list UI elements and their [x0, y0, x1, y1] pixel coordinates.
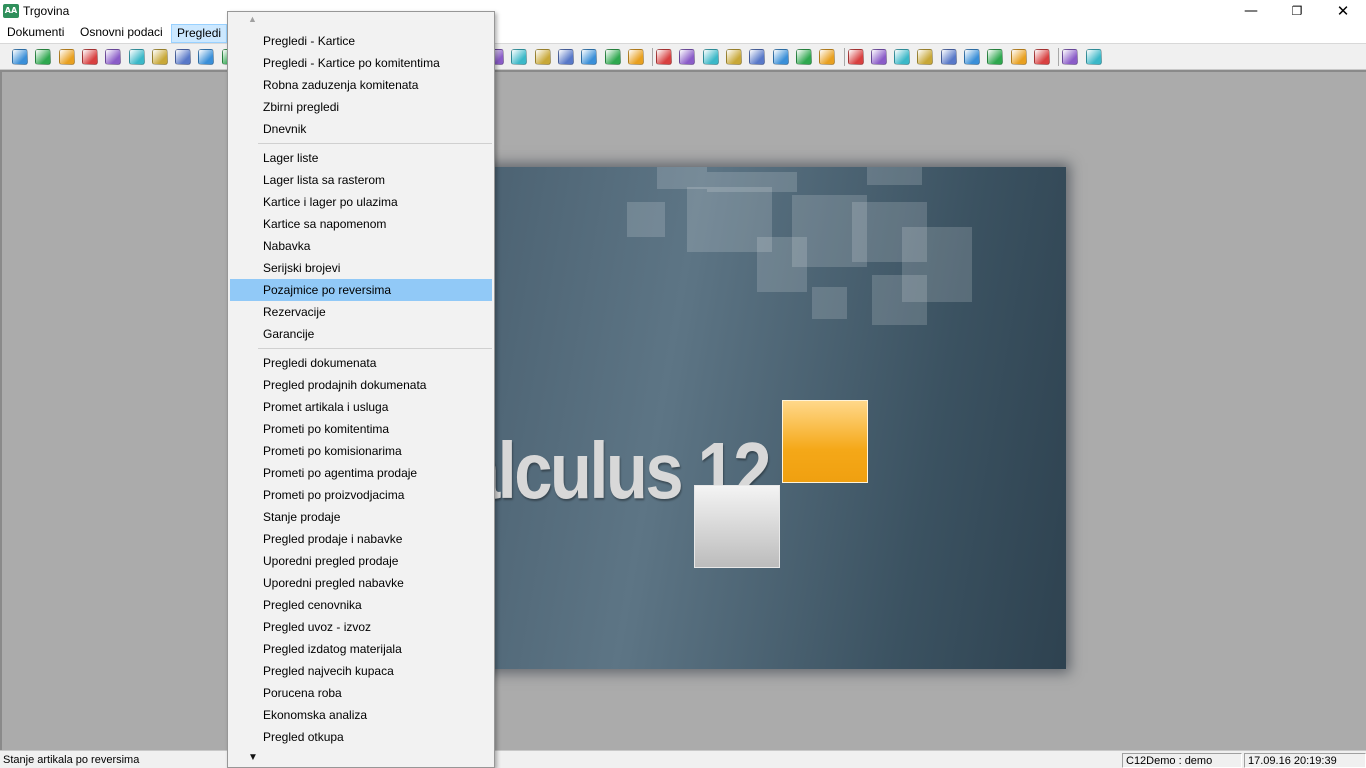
splash-image: alculus 12: [462, 167, 1066, 669]
menu-item-prometi-po-komisionarima[interactable]: Prometi po komisionarima: [230, 440, 492, 462]
help-icon[interactable]: [1062, 49, 1079, 65]
menu-item-prometi-po-proizvodjacima[interactable]: Prometi po proizvodjacima: [230, 484, 492, 506]
menu-item-pregled-prodajnih-dokumenata[interactable]: Pregled prodajnih dokumenata: [230, 374, 492, 396]
window-title: Trgovina: [23, 4, 70, 18]
user-icon[interactable]: [175, 49, 192, 65]
view-icon[interactable]: [847, 49, 864, 65]
menu-item-uporedni-pregled-nabavke[interactable]: Uporedni pregled nabavke: [230, 572, 492, 594]
menu-item-pregled-prodaje-i-nabavke[interactable]: Pregled prodaje i nabavke: [230, 528, 492, 550]
stack-icon[interactable]: [964, 49, 980, 65]
sum-icon[interactable]: [702, 49, 719, 65]
menu-item-garancije[interactable]: Garancije: [230, 323, 492, 345]
menu-item-lager-liste[interactable]: Lager liste: [230, 147, 492, 169]
menu-pregledi[interactable]: Pregledi: [171, 24, 228, 43]
menu-item-robna-zaduzenja-komitenata[interactable]: Robna zaduzenja komitenata: [230, 74, 492, 96]
pregledi-dropdown-menu: ▲ ▼ Pregledi - Kartice Pregledi - Kartice…: [227, 11, 495, 768]
cards-icon[interactable]: [795, 49, 812, 65]
menu-bar: Dokumenti Osnovni podaci Pregledi: [0, 22, 1366, 43]
gear-icon[interactable]: [917, 49, 934, 65]
close-button[interactable]: ✕: [1320, 0, 1366, 22]
globe-icon[interactable]: [58, 49, 75, 65]
menu-item-ekonomska-analiza[interactable]: Ekonomska analiza: [230, 704, 492, 726]
download-icon[interactable]: [627, 49, 644, 65]
toolbar: [0, 43, 1366, 70]
menu-item-lager-lista-sa-rasterom[interactable]: Lager lista sa rasterom: [230, 169, 492, 191]
bulb-icon[interactable]: [894, 49, 911, 65]
menu-item-zbirni-pregledi[interactable]: Zbirni pregledi: [230, 96, 492, 118]
menu-separator: [258, 348, 492, 349]
list-icon[interactable]: [749, 49, 766, 65]
menu-item-prometi-po-agentima-prodaje[interactable]: Prometi po agentima prodaje: [230, 462, 492, 484]
menu-item-uporedni-pregled-prodaje[interactable]: Uporedni pregled prodaje: [230, 550, 492, 572]
grid-icon[interactable]: [726, 49, 742, 65]
toolbar-separator: [652, 48, 654, 66]
menu-item-kartice-i-lager-po-ulazima[interactable]: Kartice i lager po ulazima: [230, 191, 492, 213]
calculator-icon[interactable]: [1033, 49, 1050, 65]
menu-item-pregled-uvoz-izvoz[interactable]: Pregled uvoz - izvoz: [230, 616, 492, 638]
tag-icon[interactable]: [940, 49, 957, 65]
main-client-area: alculus 12: [0, 70, 1366, 750]
refresh-doc-icon[interactable]: [679, 49, 696, 65]
info-icon[interactable]: [12, 49, 28, 65]
export-icon[interactable]: [105, 49, 122, 65]
toolbar-separator: [1058, 48, 1060, 66]
import-icon[interactable]: [128, 49, 145, 65]
exit-icon[interactable]: [1085, 49, 1102, 65]
status-user: C12Demo : demo: [1122, 753, 1242, 768]
note-icon[interactable]: [1010, 49, 1027, 65]
heart-icon[interactable]: [987, 49, 1004, 65]
arrow-right-icon[interactable]: [81, 49, 98, 65]
menu-item-pregled-otkupa[interactable]: Pregled otkupa: [230, 726, 492, 748]
menu-osnovni-podaci[interactable]: Osnovni podaci: [75, 24, 168, 43]
minimize-button[interactable]: —: [1228, 0, 1274, 22]
title-bar: AA Trgovina — ❐ ✕: [0, 0, 1366, 22]
menu-item-rezervacije[interactable]: Rezervacije: [230, 301, 492, 323]
menu-item-kartice-sa-napomenom[interactable]: Kartice sa napomenom: [230, 213, 492, 235]
notes-icon[interactable]: [870, 49, 887, 65]
settings-icon[interactable]: [198, 49, 215, 65]
refresh-icon[interactable]: [35, 49, 52, 65]
menu-item-pregledi-kartice[interactable]: Pregledi - Kartice: [230, 30, 492, 52]
menu-item-pregledi-kartice-po-komitentima[interactable]: Pregledi - Kartice po komitentima: [230, 52, 492, 74]
menu-item-pregled-najvecih-kupaca[interactable]: Pregled najvecih kupaca: [230, 660, 492, 682]
menu-dokumenti[interactable]: Dokumenti: [2, 24, 69, 43]
menu-separator: [258, 143, 492, 144]
menu-item-nabavka[interactable]: Nabavka: [230, 235, 492, 257]
menu-item-prometi-po-komitentima[interactable]: Prometi po komitentima: [230, 418, 492, 440]
status-datetime: 17.09.16 20:19:39: [1244, 753, 1366, 768]
home-icon[interactable]: [151, 49, 168, 65]
toolbar-separator: [843, 48, 845, 66]
logo-orange-square: [782, 400, 868, 483]
maximize-button[interactable]: ❐: [1274, 0, 1320, 22]
app-icon: AA: [3, 4, 19, 18]
menu-item-pozajmice-po-reversima[interactable]: Pozajmice po reversima: [230, 279, 492, 301]
status-bar: Stanje artikala po reversima C12Demo : d…: [0, 750, 1366, 768]
menu-item-pregled-izdatog-materijala[interactable]: Pregled izdatog materijala: [230, 638, 492, 660]
menu-item-serijski-brojevi[interactable]: Serijski brojevi: [230, 257, 492, 279]
scroll-up-arrow-icon[interactable]: ▲: [228, 14, 494, 30]
menu-item-promet-artikala-i-usluga[interactable]: Promet artikala i usluga: [230, 396, 492, 418]
calendar-icon[interactable]: [656, 49, 673, 65]
status-message: Stanje artikala po reversima: [3, 754, 140, 766]
menu-item-pregledi-dokumenata[interactable]: Pregledi dokumenata: [230, 352, 492, 374]
menu-item-pregled-cenovnika[interactable]: Pregled cenovnika: [230, 594, 492, 616]
upload-icon[interactable]: [604, 49, 621, 65]
window-icon[interactable]: [819, 49, 836, 65]
letter-icon[interactable]: [511, 49, 528, 65]
logo-gray-square: [694, 485, 780, 568]
menu-item-stanje-prodaje[interactable]: Stanje prodaje: [230, 506, 492, 528]
table-icon[interactable]: [772, 49, 789, 65]
pencil-icon[interactable]: [534, 49, 551, 65]
scroll-down-arrow-icon[interactable]: ▼: [228, 752, 494, 768]
delete-icon[interactable]: [581, 49, 598, 65]
menu-item-dnevnik[interactable]: Dnevnik: [230, 118, 492, 140]
menu-item-porucena-roba[interactable]: Porucena roba: [230, 682, 492, 704]
copy-icon[interactable]: [557, 49, 574, 65]
